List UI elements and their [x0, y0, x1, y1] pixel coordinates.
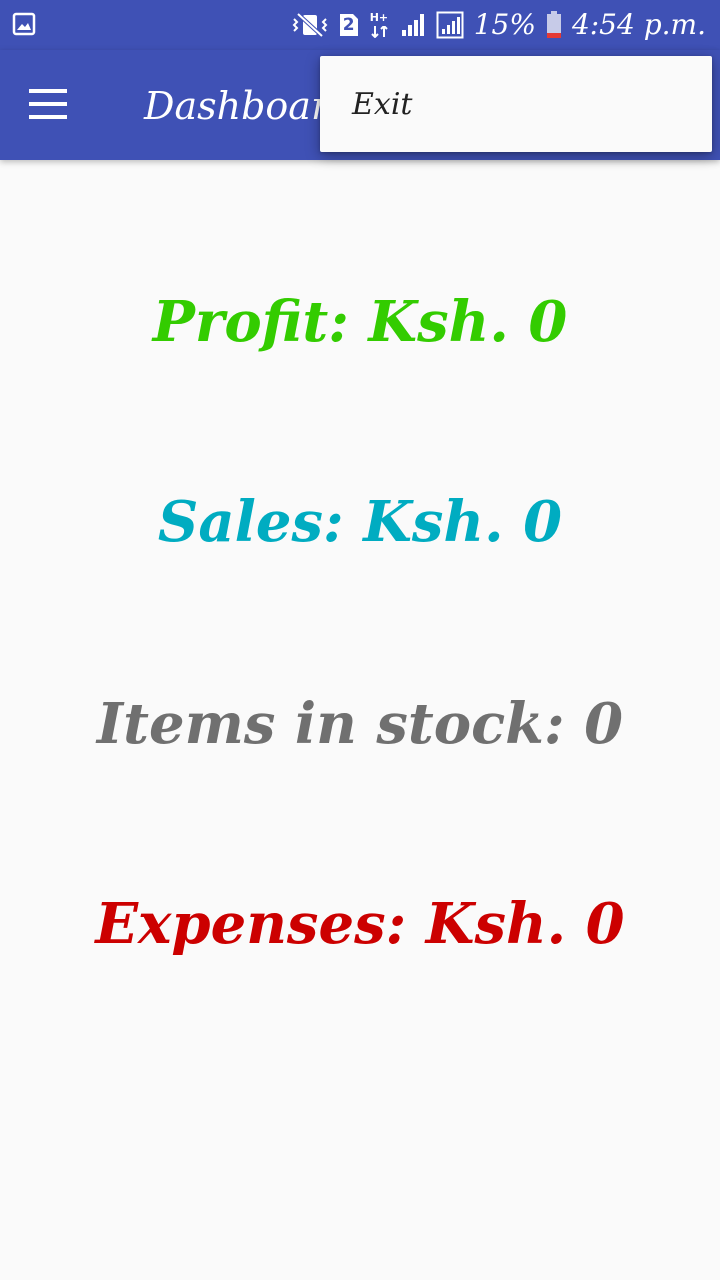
data-hplus-icon: H+ — [370, 12, 390, 38]
menu-icon[interactable] — [18, 74, 78, 134]
sim-2-label: 2 — [342, 15, 355, 35]
vibrate-icon — [292, 12, 328, 38]
profit-label: Profit: Ksh. 0 — [152, 289, 568, 355]
expenses-label: Expenses: Ksh. 0 — [95, 891, 625, 957]
sales-label: Sales: Ksh. 0 — [157, 489, 563, 555]
items-in-stock-label: Items in stock: 0 — [96, 691, 624, 757]
gallery-icon — [12, 12, 36, 36]
menu-icon-bar — [29, 115, 67, 119]
menu-icon-bar — [29, 89, 67, 93]
status-bar: 2 H+ 15% 4:54 p.m. — [0, 0, 720, 50]
signal-icon — [401, 14, 424, 36]
menu-item-exit[interactable]: Exit — [320, 56, 712, 152]
menu-icon-bar — [29, 102, 67, 106]
status-icons: 2 H+ 15% 4:54 p.m. — [292, 8, 706, 42]
battery-percent: 15% — [473, 8, 536, 41]
clock: 4:54 p.m. — [571, 8, 706, 41]
overflow-menu: Exit — [320, 56, 712, 152]
network-type-label: H+ — [369, 11, 389, 24]
signal-icon — [436, 11, 464, 39]
battery-icon — [546, 11, 561, 38]
sim-2-icon: 2 — [338, 12, 360, 38]
